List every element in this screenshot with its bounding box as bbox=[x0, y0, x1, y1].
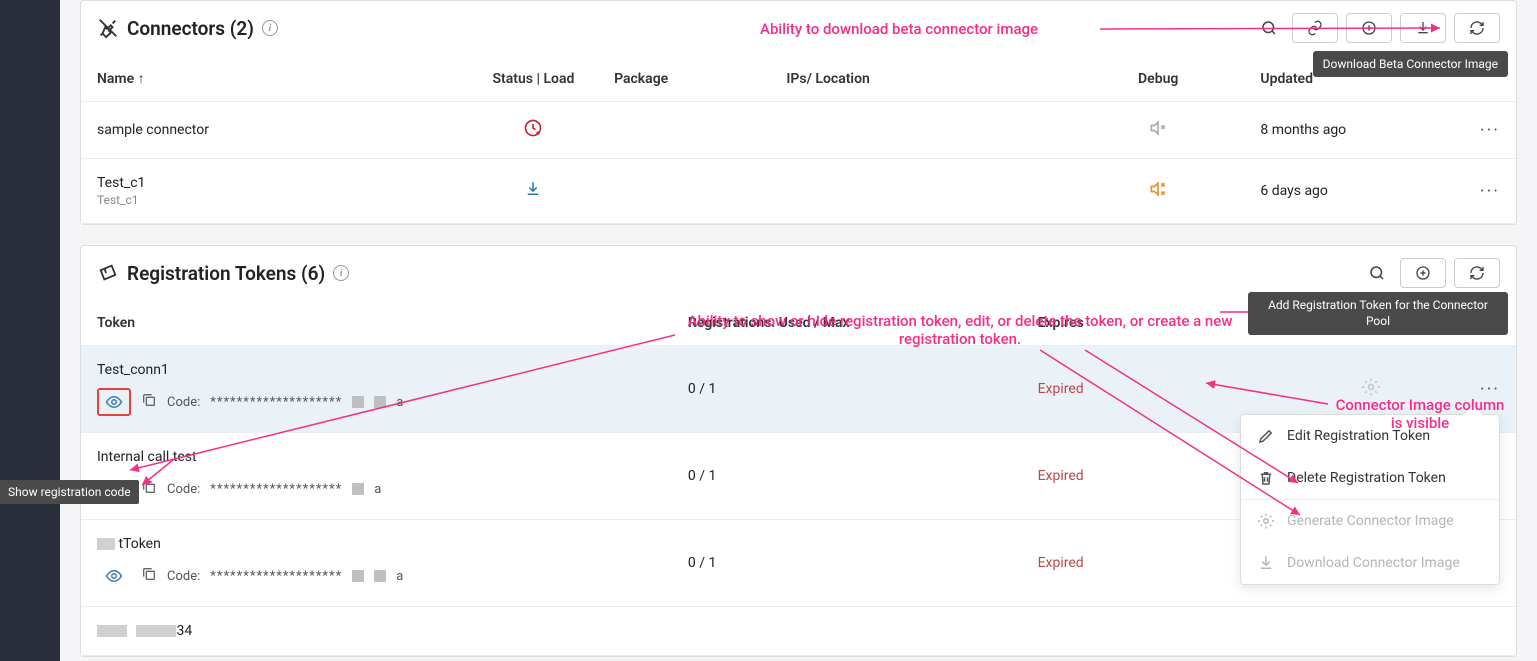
token-name: Test_conn1 bbox=[97, 362, 656, 378]
add-token-tooltip: Add Registration Token for the Connector… bbox=[1248, 292, 1508, 335]
code-mask: ******************** bbox=[210, 482, 342, 497]
show-code-button[interactable] bbox=[97, 388, 131, 416]
refresh-button[interactable] bbox=[1454, 258, 1500, 288]
masked-box bbox=[352, 570, 364, 582]
connector-name: sample connector bbox=[97, 122, 453, 138]
refresh-button[interactable] bbox=[1454, 13, 1500, 43]
info-icon[interactable]: i bbox=[262, 20, 278, 36]
code-trailing: a bbox=[396, 569, 403, 584]
col-token[interactable]: Token bbox=[81, 301, 672, 346]
code-trailing: a bbox=[396, 395, 403, 410]
col-name[interactable]: Name ↑ bbox=[81, 56, 469, 102]
copy-code-button[interactable] bbox=[141, 392, 157, 412]
code-label: Code: bbox=[167, 482, 200, 497]
debug-icon[interactable] bbox=[1148, 187, 1168, 203]
row-actions-button[interactable]: ··· bbox=[1480, 120, 1500, 141]
connector-name: Test_c1 bbox=[97, 175, 453, 191]
connector-subname: Test_c1 bbox=[97, 193, 453, 207]
left-nav-rail bbox=[0, 0, 60, 661]
token-name: tToken bbox=[97, 536, 656, 552]
status-icon bbox=[524, 186, 542, 202]
col-debug[interactable]: Debug bbox=[1072, 56, 1244, 102]
registrations-value bbox=[672, 607, 1022, 656]
ticket-icon bbox=[97, 262, 119, 284]
masked-box bbox=[374, 396, 386, 408]
download-beta-tooltip: Download Beta Connector Image bbox=[1313, 51, 1508, 77]
search-button[interactable] bbox=[1254, 13, 1284, 43]
menu-download-image: Download Connector Image bbox=[1241, 542, 1499, 584]
table-row[interactable]: 34 bbox=[81, 607, 1516, 656]
code-trailing: a bbox=[374, 482, 381, 497]
expires-value: Expired bbox=[1038, 468, 1084, 484]
code-label: Code: bbox=[167, 569, 200, 584]
link-button[interactable] bbox=[1292, 13, 1338, 43]
gear-icon[interactable] bbox=[1361, 385, 1381, 401]
panel-title: Registration Tokens (6) bbox=[127, 262, 325, 285]
code-mask: ******************** bbox=[210, 569, 342, 584]
token-name: Internal call test bbox=[97, 449, 656, 465]
status-icon bbox=[523, 126, 543, 142]
token-actions-menu: Edit Registration Token Delete Registrat… bbox=[1240, 414, 1500, 585]
menu-delete-token[interactable]: Delete Registration Token bbox=[1241, 457, 1499, 499]
row-actions-button[interactable]: ··· bbox=[1480, 181, 1500, 202]
col-status[interactable]: Status | Load bbox=[469, 56, 598, 102]
panel-title: Connectors (2) bbox=[127, 17, 254, 40]
masked-box bbox=[374, 570, 386, 582]
table-row[interactable]: sample connector 8 months ago ··· bbox=[81, 102, 1516, 159]
registrations-value: 0 / 1 bbox=[672, 433, 1022, 520]
menu-edit-token[interactable]: Edit Registration Token bbox=[1241, 415, 1499, 457]
connectors-panel: Connectors (2) i bbox=[80, 0, 1517, 225]
expires-value: Expired bbox=[1038, 555, 1084, 571]
updated-text: 6 days ago bbox=[1244, 159, 1459, 224]
expires-value: Expired bbox=[1038, 381, 1084, 397]
code-label: Code: bbox=[167, 395, 200, 410]
search-button[interactable] bbox=[1362, 258, 1392, 288]
download-beta-button[interactable] bbox=[1400, 13, 1446, 43]
add-token-button[interactable] bbox=[1400, 258, 1446, 288]
col-registrations[interactable]: Registrations: Used / Max bbox=[672, 301, 1022, 346]
registrations-value: 0 / 1 bbox=[672, 346, 1022, 433]
show-code-button[interactable] bbox=[97, 562, 131, 590]
copy-code-button[interactable] bbox=[141, 479, 157, 499]
token-name: 34 bbox=[97, 623, 656, 639]
debug-icon[interactable] bbox=[1148, 126, 1168, 142]
unplugged-icon bbox=[97, 17, 119, 39]
col-ips[interactable]: IPs/ Location bbox=[770, 56, 1072, 102]
show-code-tooltip: Show registration code bbox=[0, 480, 139, 504]
info-icon[interactable]: i bbox=[333, 265, 349, 281]
updated-text: 8 months ago bbox=[1244, 102, 1459, 159]
masked-box bbox=[352, 396, 364, 408]
code-mask: ******************** bbox=[210, 395, 342, 410]
row-actions-button[interactable]: ··· bbox=[1480, 379, 1500, 400]
col-package[interactable]: Package bbox=[598, 56, 770, 102]
connectors-table: Name ↑ Status | Load Package IPs/ Locati… bbox=[81, 56, 1516, 224]
registrations-value: 0 / 1 bbox=[672, 520, 1022, 607]
copy-code-button[interactable] bbox=[141, 566, 157, 586]
masked-box bbox=[352, 483, 364, 495]
menu-generate-image: Generate Connector Image bbox=[1241, 500, 1499, 542]
table-row[interactable]: Test_c1 Test_c1 6 days ago ··· bbox=[81, 159, 1516, 224]
tokens-panel: Registration Tokens (6) i Add Registrati… bbox=[80, 245, 1517, 657]
add-button[interactable] bbox=[1346, 13, 1392, 43]
